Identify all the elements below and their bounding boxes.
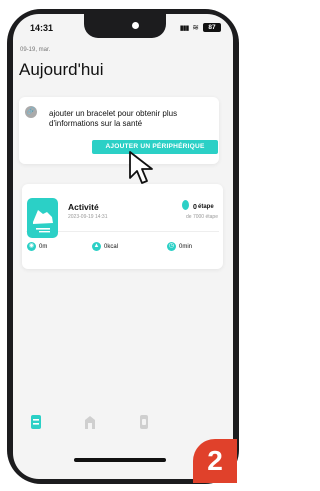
link-icon: 🔗	[25, 106, 37, 118]
shoe-icon	[33, 210, 53, 233]
duration-stat: ◷ 0min	[167, 242, 192, 251]
steps-icon	[182, 200, 189, 210]
phone-notch	[84, 14, 166, 38]
calories-value: 0kcal	[104, 243, 119, 250]
home-indicator[interactable]	[74, 458, 166, 462]
status-time: 14:31	[30, 23, 54, 33]
sport-tab-icon[interactable]	[83, 414, 97, 430]
camera-icon	[132, 22, 139, 29]
steps-value: 0	[193, 204, 197, 211]
today-tab-icon[interactable]	[29, 414, 43, 430]
step-number-badge: 2	[193, 439, 237, 483]
flame-icon: ▲	[92, 242, 101, 251]
calories-stat: ▲ 0kcal	[92, 242, 118, 251]
status-icons: ▮▮▮ ≋ 87	[180, 23, 221, 32]
device-tab-icon[interactable]	[137, 414, 151, 430]
add-device-message: ajouter un bracelet pour obtenir plus d'…	[49, 109, 178, 128]
mouse-pointer-icon	[129, 151, 153, 184]
location-icon: ◉	[27, 242, 36, 251]
activity-title: Activité	[68, 202, 99, 212]
distance-value: 0m	[39, 243, 48, 250]
battery-icon: 87	[203, 23, 221, 32]
steps-goal: de 7000 étape	[186, 214, 218, 220]
activity-shoe-icon	[27, 198, 58, 238]
activity-datetime: 2023-09-19 14:31	[68, 214, 108, 220]
bottom-navigation	[29, 414, 189, 434]
page-title: Aujourd'hui	[19, 60, 104, 79]
wifi-icon: ≋	[192, 23, 199, 32]
duration-value: 0min	[179, 243, 193, 250]
add-device-card: 🔗 ajouter un bracelet pour obtenir plus …	[19, 97, 219, 164]
distance-stat: ◉ 0m	[27, 242, 47, 251]
steps-label: étape	[198, 204, 214, 210]
clock-icon: ◷	[167, 242, 176, 251]
signal-icon: ▮▮▮	[179, 24, 190, 32]
current-date: 09-19, mar.	[20, 47, 51, 53]
